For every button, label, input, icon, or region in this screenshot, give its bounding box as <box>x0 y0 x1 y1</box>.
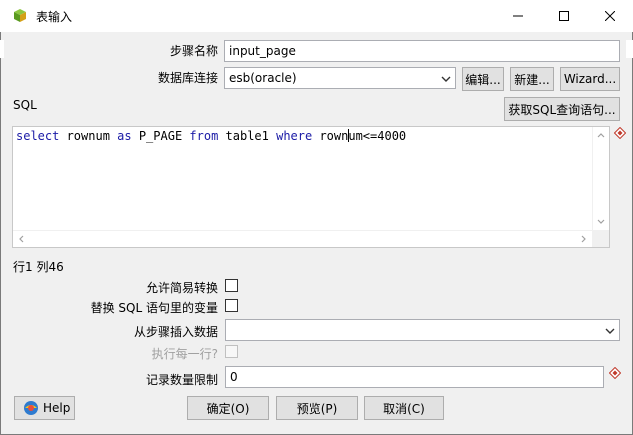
scroll-left-icon <box>19 235 24 243</box>
step-name-input[interactable]: input_page <box>224 40 620 62</box>
close-button[interactable] <box>587 0 633 32</box>
scrollbar-corner <box>592 230 609 247</box>
new-connection-button[interactable]: 新建... <box>510 67 554 91</box>
insert-from-step-label: 从步骤插入数据 <box>133 325 218 339</box>
horizontal-scrollbar[interactable] <box>13 230 593 247</box>
step-name-label: 步骤名称 <box>169 44 218 58</box>
sql-code: select rownum as P_PAGE from table1 wher… <box>16 129 406 143</box>
sql-text: rownum <box>59 129 118 143</box>
db-connection-select[interactable]: esb(oracle) <box>224 67 456 89</box>
vertical-scrollbar[interactable] <box>592 127 609 231</box>
db-connection-value: esb(oracle) <box>229 71 297 85</box>
preview-button[interactable]: 预览(P) <box>276 396 358 420</box>
limit-label: 记录数量限制 <box>145 373 218 387</box>
replace-vars-label: 替换 SQL 语句里的变量 <box>90 301 218 315</box>
wizard-button[interactable]: Wizard... <box>560 67 620 91</box>
chevron-down-icon <box>441 72 451 88</box>
cancel-button[interactable]: 取消(C) <box>364 396 444 420</box>
minimize-button[interactable] <box>495 0 541 32</box>
sql-text: um<=4000 <box>348 129 407 143</box>
ok-button[interactable]: 确定(O) <box>187 396 269 420</box>
limit-input[interactable]: 0 <box>225 366 604 388</box>
edit-connection-button[interactable]: 编辑... <box>462 67 504 91</box>
scroll-down-icon <box>597 219 605 224</box>
lazy-conversion-label: 允许简易转换 <box>145 281 218 295</box>
window-title: 表输入 <box>36 10 73 24</box>
sql-keyword: select <box>16 129 60 143</box>
sql-text: P_PAGE <box>131 129 190 143</box>
help-button[interactable]: Help <box>14 396 75 420</box>
insert-from-step-select[interactable] <box>225 319 620 341</box>
background-window-edge <box>0 40 4 58</box>
title-bar[interactable]: 表输入 <box>0 0 633 32</box>
sql-editor[interactable]: select rownum as P_PAGE from table1 wher… <box>12 126 610 248</box>
maximize-button[interactable] <box>541 0 587 32</box>
chevron-down-icon <box>605 324 615 340</box>
app-icon <box>12 7 28 23</box>
scroll-right-icon <box>581 235 586 243</box>
replace-vars-checkbox[interactable] <box>225 299 238 312</box>
sql-text: rown <box>312 129 349 143</box>
variable-diamond-icon <box>609 367 621 379</box>
help-label: Help <box>43 401 71 415</box>
help-icon <box>24 401 38 415</box>
get-sql-button[interactable]: 获取SQL查询语句... <box>504 97 620 121</box>
sql-text: table1 <box>218 129 277 143</box>
db-connection-label: 数据库连接 <box>157 71 218 85</box>
variable-diamond-icon <box>614 127 626 139</box>
sql-keyword: as <box>117 129 132 143</box>
sql-keyword: where <box>276 129 313 143</box>
lazy-conversion-checkbox[interactable] <box>225 279 238 292</box>
scroll-up-icon <box>597 133 605 138</box>
sql-label: SQL <box>13 98 37 112</box>
execute-each-row-checkbox[interactable] <box>225 345 238 358</box>
execute-each-row-label: 执行每一行? <box>151 347 218 361</box>
sql-keyword: from <box>189 129 219 143</box>
cursor-position: 行1 列46 <box>13 260 64 274</box>
background-window-edge-right <box>626 40 633 58</box>
